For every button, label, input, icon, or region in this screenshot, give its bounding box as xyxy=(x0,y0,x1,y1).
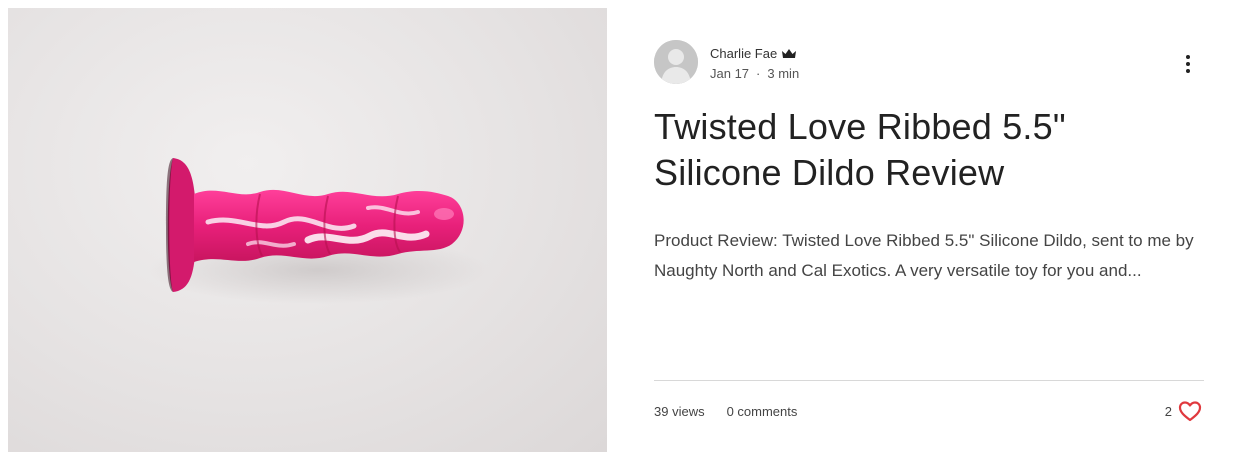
comment-count[interactable]: 0 comments xyxy=(727,404,798,419)
blog-post-card[interactable]: Charlie Fae Jan 17 · 3 min Twisted Love Ri… xyxy=(0,0,1241,452)
post-excerpt[interactable]: Product Review: Twisted Love Ribbed 5.5"… xyxy=(654,226,1204,286)
author-row: Charlie Fae Jan 17 · 3 min xyxy=(654,40,1204,84)
crown-icon xyxy=(782,49,797,58)
footer-divider xyxy=(654,380,1204,381)
post-title[interactable]: Twisted Love Ribbed 5.5" Silicone Dildo … xyxy=(654,104,1194,196)
likes: 2 xyxy=(1165,400,1202,422)
user-silhouette-icon[interactable] xyxy=(654,40,698,84)
post-details: Charlie Fae Jan 17 · 3 min Twisted Love Ri… xyxy=(654,0,1204,452)
meta-separator: · xyxy=(756,66,761,81)
post-stats: 39 views 0 comments xyxy=(654,404,797,419)
post-meta: Jan 17 · 3 min xyxy=(710,66,799,81)
read-time: 3 min xyxy=(767,66,800,81)
product-photo-illustration xyxy=(148,158,488,304)
heart-icon[interactable] xyxy=(1178,400,1202,422)
view-count: 39 views xyxy=(654,404,705,419)
like-count: 2 xyxy=(1164,403,1172,419)
author-name-text[interactable]: Charlie Fae xyxy=(710,46,777,61)
author-name[interactable]: Charlie Fae xyxy=(710,46,797,61)
post-date: Jan 17 xyxy=(710,66,750,81)
post-cover-image[interactable] xyxy=(8,8,607,452)
more-vertical-icon[interactable] xyxy=(1176,52,1200,76)
